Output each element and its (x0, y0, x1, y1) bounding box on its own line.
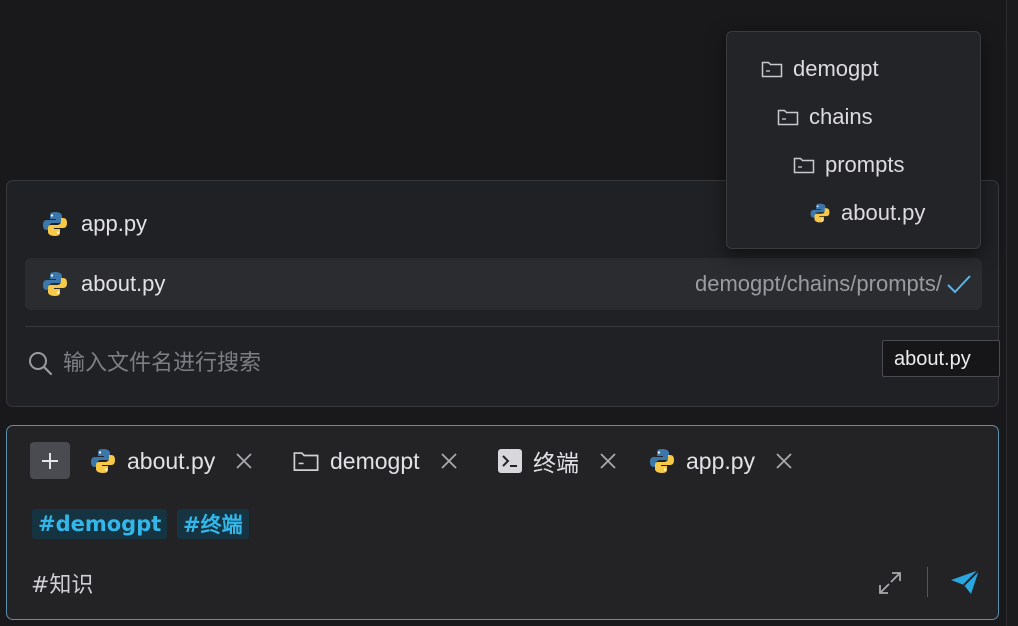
hover-tooltip: about.py (882, 340, 1000, 377)
folder-icon (777, 109, 799, 126)
python-icon (43, 272, 67, 296)
mention-tag-terminal[interactable]: #终端 (177, 509, 249, 539)
plus-icon (42, 452, 58, 469)
close-icon[interactable] (440, 452, 458, 470)
folder-icon (293, 452, 319, 472)
context-chip-terminal[interactable]: 终端 (497, 443, 617, 479)
tree-item-chains: chains (777, 102, 873, 132)
file-search (27, 343, 663, 383)
send-icon (951, 569, 980, 594)
tree-item-label: chains (809, 104, 873, 129)
mention-tag-demogpt[interactable]: #demogpt (32, 509, 168, 539)
chat-input[interactable] (31, 566, 811, 600)
scrollbar-rail (1006, 0, 1018, 626)
divider (25, 326, 1000, 327)
context-chip-demogpt[interactable]: demogpt (292, 443, 458, 479)
tree-item-prompts: prompts (793, 150, 904, 180)
checkmark-icon (947, 275, 971, 294)
python-icon (43, 212, 67, 236)
folder-icon (793, 157, 815, 174)
tree-item-label: prompts (825, 152, 905, 177)
chip-label: demogpt (330, 447, 420, 474)
tree-item-about-py: about.py (809, 198, 925, 228)
send-button[interactable] (949, 568, 981, 601)
folder-icon (761, 61, 783, 78)
file-result-name: about.py (81, 271, 166, 296)
file-search-input[interactable] (63, 350, 663, 376)
close-icon[interactable] (775, 452, 793, 470)
chip-label: about.py (127, 447, 216, 474)
python-icon (650, 449, 674, 473)
tree-item-label: demogpt (793, 56, 879, 81)
tree-item-demogpt: demogpt (761, 54, 879, 84)
file-result-name: app.py (81, 211, 148, 236)
chip-label: 终端 (533, 450, 579, 476)
close-icon[interactable] (599, 452, 617, 470)
divider (927, 567, 928, 597)
context-chip-app-py[interactable]: app.py (648, 443, 793, 479)
expand-icon[interactable] (877, 570, 903, 601)
python-icon (91, 449, 115, 473)
search-icon (29, 352, 53, 376)
path-tooltip: demogpt chains prompts about.py (726, 31, 981, 249)
close-icon[interactable] (235, 452, 253, 470)
file-result-path: demogpt/chains/prompts/ (694, 271, 942, 296)
python-icon (810, 203, 830, 223)
terminal-icon (498, 449, 522, 473)
tree-item-label: about.py (841, 200, 926, 225)
chat-input-box: about.py demogpt 终端 app.py #demogpt #终端 … (6, 425, 999, 620)
chip-label: app.py (686, 447, 756, 474)
add-context-button[interactable] (30, 442, 70, 479)
file-result-about-py[interactable]: about.py demogpt/chains/prompts/ (25, 258, 982, 310)
context-chip-about-py[interactable]: about.py (89, 443, 253, 479)
